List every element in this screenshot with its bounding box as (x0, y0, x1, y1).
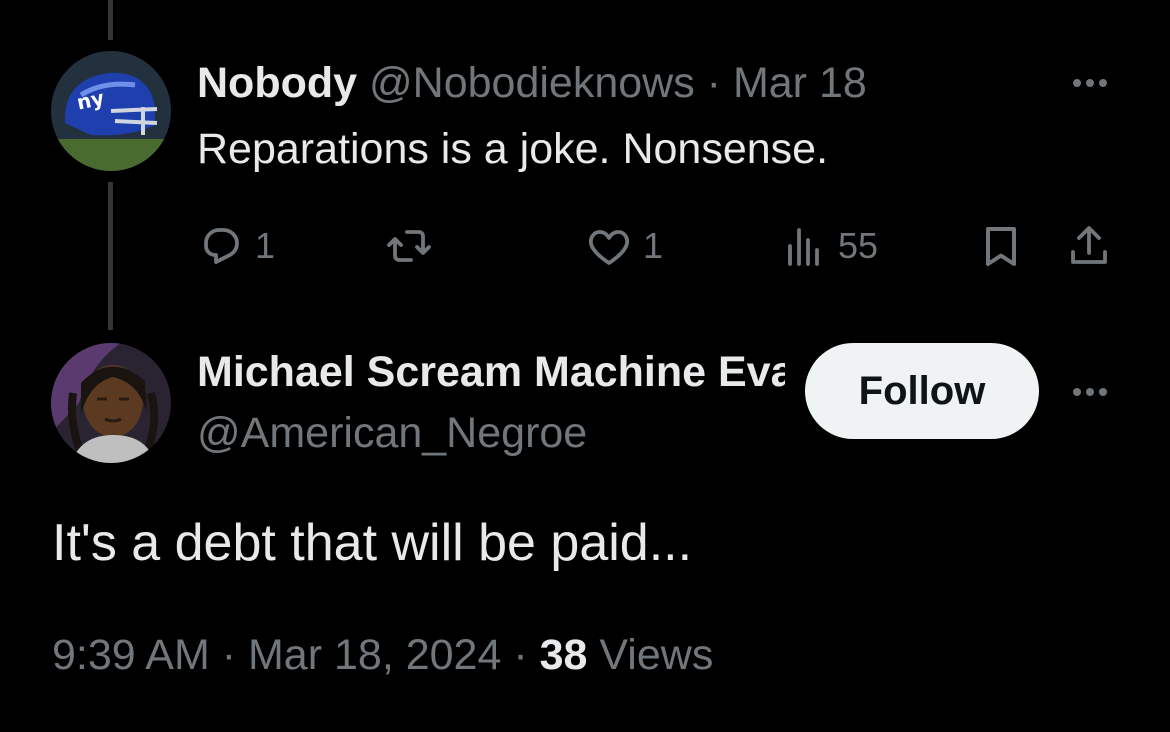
views-button[interactable]: 55 (780, 222, 878, 270)
views-icon (788, 228, 819, 266)
bookmark-icon (986, 227, 1016, 266)
views-label: Views (599, 631, 714, 679)
share-icon (1071, 226, 1107, 264)
share-button[interactable] (1065, 222, 1113, 270)
like-button[interactable]: 1 (585, 222, 663, 270)
like-count: 1 (643, 225, 664, 266)
author-handle[interactable]: @Nobodieknows (369, 59, 695, 107)
tweet-text: It's a debt that will be paid... (52, 514, 693, 572)
follow-button[interactable]: Follow (805, 343, 1039, 439)
author-name[interactable]: Nobody (197, 59, 357, 107)
retweet-button[interactable] (385, 222, 433, 270)
like-icon (588, 230, 630, 265)
more-icon[interactable] (1060, 377, 1120, 407)
tweet-date[interactable]: Mar 18 (733, 59, 867, 107)
views-count: 38 (539, 631, 588, 679)
person-avatar[interactable] (51, 343, 171, 463)
tweet-time[interactable]: 9:39 AM (52, 631, 210, 679)
more-icon[interactable] (1060, 68, 1120, 98)
thread-line (108, 182, 113, 330)
thread-line-top (108, 0, 113, 40)
bookmark-button[interactable] (977, 222, 1025, 270)
reply-count: 1 (255, 225, 276, 266)
author-handle[interactable]: @American_Negroe (197, 408, 587, 458)
footer-separator: · (209, 631, 248, 679)
tweet-footer: 9:39 AM · Mar 18, 2024 · 38 Views (52, 630, 713, 680)
giants-helmet-avatar[interactable]: ny (51, 51, 171, 171)
meta-separator: · (694, 59, 733, 107)
retweet-icon (387, 230, 431, 262)
tweet-header: Nobody @Nobodieknows · Mar 18 (197, 58, 867, 108)
author-name[interactable]: Michael Scream Machine Evans (197, 347, 785, 397)
view-count: 55 (838, 225, 879, 266)
reply-button[interactable]: 1 (197, 222, 275, 270)
reply-icon (204, 228, 239, 264)
tweet-date[interactable]: Mar 18, 2024 (248, 631, 501, 679)
footer-separator: · (501, 631, 540, 679)
tweet-text: Reparations is a joke. Nonsense. (197, 125, 829, 173)
